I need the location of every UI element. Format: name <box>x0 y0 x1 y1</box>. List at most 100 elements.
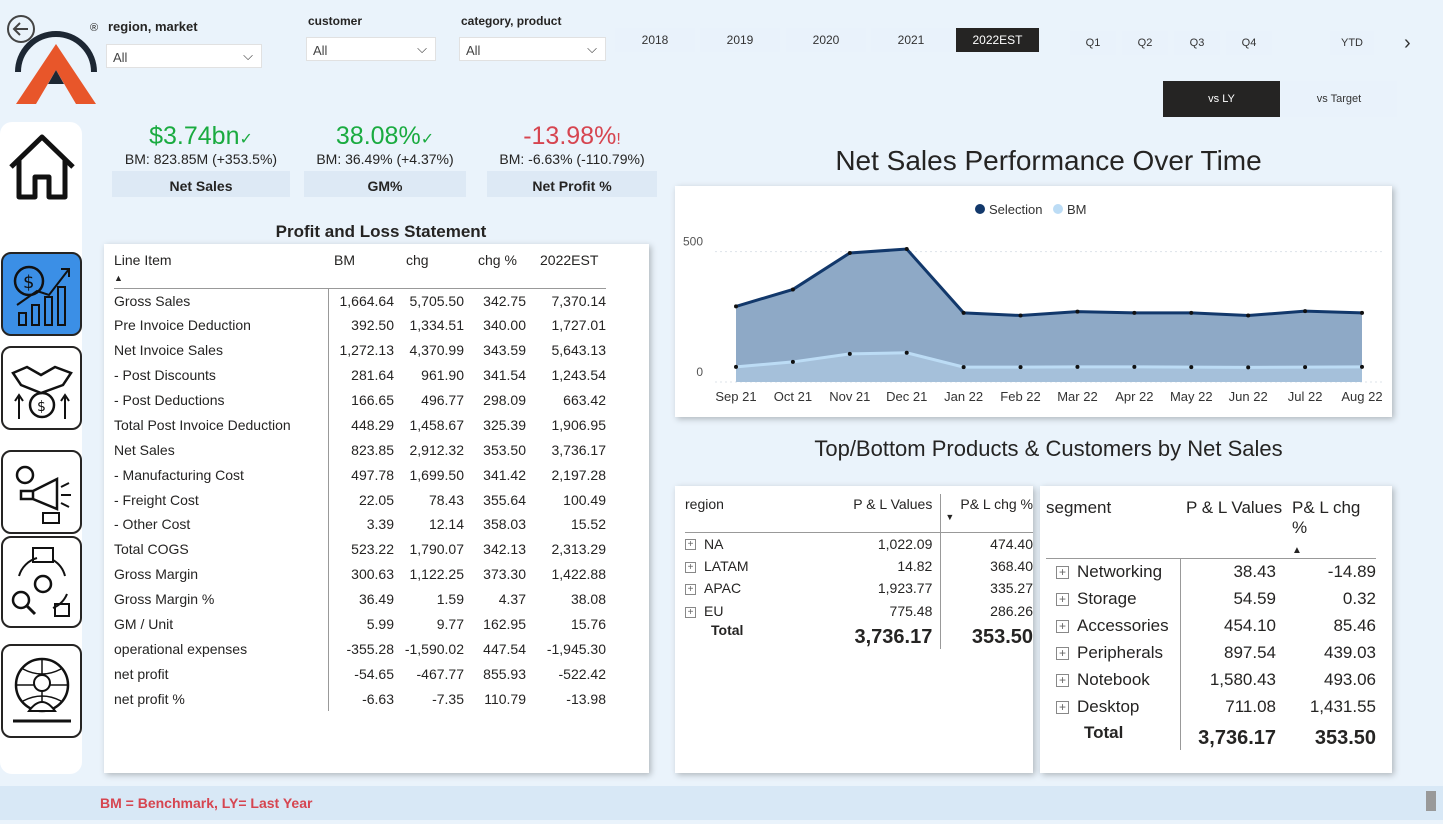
region-col-header[interactable]: region <box>685 494 839 532</box>
region-value: 1,022.09 <box>838 532 942 555</box>
pl-cell: 1,906.95 <box>551 416 607 433</box>
pl-col-header[interactable]: chg <box>394 252 464 288</box>
net-sales-area-chart[interactable]: 0 500 Sep 21 Oct 21 Nov 21 Dec 21 Jan 22 Feb 22… <box>675 186 1392 417</box>
pl-cell: 3,736.17 <box>551 441 607 458</box>
pl-col-header[interactable]: BM <box>328 252 394 288</box>
expand-icon[interactable]: + <box>685 539 696 551</box>
year-2018-button[interactable]: 2018 <box>615 28 695 52</box>
pl-row[interactable]: - Manufacturing Cost 497.78 1,699.50 341.42… <box>114 462 606 488</box>
pl-row[interactable]: Gross Margin % 36.49 1.59 4.37 38.08 <box>114 586 606 612</box>
pl-line-item: - Freight Cost <box>114 491 199 508</box>
pl-col-header[interactable]: Line Item ▲ <box>114 252 328 288</box>
expand-icon[interactable]: + <box>1056 593 1069 607</box>
pl-row[interactable]: Net Sales 823.85 2,912.32 353.50 3,736.17 <box>114 437 607 463</box>
expand-icon[interactable]: + <box>685 561 696 573</box>
pl-cell: 36.49 <box>327 586 394 612</box>
nav-supply-chain[interactable] <box>1 536 82 628</box>
region-row[interactable]: + LATAM 14.82 368.40 <box>685 554 1033 577</box>
region-col-header[interactable]: P& L chg % ▼ <box>940 494 1033 532</box>
segment-row[interactable]: + Peripherals 897.54 439.03 <box>1046 639 1376 667</box>
legend-label: Selection <box>989 202 1042 217</box>
segment-col-header[interactable]: P& L chg % ▲ <box>1284 494 1376 559</box>
pl-row[interactable]: - Post Deductions 166.65 496.77 298.09 663.4… <box>114 387 606 413</box>
q1-button[interactable]: Q1 <box>1070 31 1116 55</box>
nav-finance[interactable]: $ <box>1 252 82 336</box>
segment-col-header[interactable]: P & L Values <box>1180 494 1284 559</box>
year-2019-button[interactable]: 2019 <box>700 28 780 52</box>
vs-target-button[interactable]: vs Target <box>1281 81 1397 117</box>
chevron-right-icon[interactable]: › <box>1404 32 1411 55</box>
pl-row[interactable]: - Freight Cost 22.05 78.43 355.64 100.49 <box>114 487 606 513</box>
expand-icon[interactable]: + <box>1056 647 1069 661</box>
pl-cell: 340.00 <box>483 317 526 334</box>
pl-row[interactable]: net profit -54.65 -467.77 855.93 -522.42 <box>114 661 606 687</box>
segment-chg: 439.03 <box>1324 643 1376 662</box>
pl-row[interactable]: Pre Invoice Deduction 392.50 1,334.51 340.0… <box>114 312 606 338</box>
pl-row[interactable]: operational expenses -355.28 -1,590.02 447.… <box>114 636 606 662</box>
kpi-benchmark: BM: 823.85M (+353.5%) <box>124 151 278 167</box>
pl-row[interactable]: GM / Unit 5.99 9.77 162.95 15.76 <box>114 611 606 637</box>
q2-button[interactable]: Q2 <box>1122 31 1168 55</box>
segment-row[interactable]: + Desktop 711.08 1,431.55 <box>1046 693 1376 721</box>
region-row[interactable]: + EU 775.48 286.26 <box>685 599 1033 622</box>
data-point <box>904 247 909 252</box>
region-col-header[interactable]: P & L Values <box>839 494 941 532</box>
logo-icon <box>15 31 97 104</box>
ytd-button[interactable]: YTD <box>1330 31 1374 55</box>
svg-text:$: $ <box>37 399 46 415</box>
svg-text:$: $ <box>23 272 34 293</box>
expand-icon[interactable]: + <box>685 606 696 618</box>
pl-row[interactable]: Gross Margin 300.63 1,122.25 373.30 1,422.88 <box>114 561 606 587</box>
segment-chg: -14.89 <box>1327 562 1376 582</box>
category-product-dropdown[interactable]: All ⌵ <box>459 37 606 61</box>
pl-cell: 855.93 <box>483 665 526 682</box>
segment-row[interactable]: + Notebook 1,580.43 493.06 <box>1046 666 1376 694</box>
pl-row[interactable]: Total Post Invoice Deduction 448.29 1,458.… <box>114 412 607 438</box>
q4-button[interactable]: Q4 <box>1226 31 1272 55</box>
pl-cell: 281.64 <box>327 362 394 388</box>
nav-sales[interactable]: $ <box>1 346 82 430</box>
customer-dropdown[interactable]: All ⌵ <box>306 37 436 61</box>
data-point <box>1303 309 1308 314</box>
pl-col-header[interactable]: chg % <box>464 252 526 288</box>
pl-line-item: net profit <box>114 665 169 682</box>
pl-line-item: Gross Margin % <box>114 591 215 608</box>
region-row[interactable]: + NA 1,022.09 474.40 <box>685 532 1033 555</box>
segment-row[interactable]: + Storage 54.59 0.32 <box>1046 585 1376 613</box>
segment-value: 54.59 <box>1179 585 1284 613</box>
pl-row[interactable]: Gross Sales 1,664.64 5,705.50 342.75 7,370.1… <box>114 288 606 313</box>
expand-icon[interactable]: + <box>685 584 696 596</box>
pl-row[interactable]: net profit % -6.63 -7.35 110.79 -13.98 <box>114 686 606 712</box>
segment-row[interactable]: + Accessories 454.10 85.46 <box>1046 612 1376 640</box>
global-executive-icon <box>12 657 71 723</box>
scrollbar-handle[interactable] <box>1426 791 1436 811</box>
region-market-dropdown[interactable]: All ⌵ <box>106 44 262 68</box>
pl-cell: 1,272.13 <box>327 337 394 363</box>
year-2022est-button[interactable]: 2022EST <box>956 28 1039 52</box>
expand-icon[interactable]: + <box>1056 620 1069 634</box>
pl-row[interactable]: Net Invoice Sales 1,272.13 4,370.99 343.59 5… <box>114 337 606 363</box>
pl-cell: 9.77 <box>436 616 464 633</box>
year-2021-button[interactable]: 2021 <box>871 28 951 52</box>
pl-row[interactable]: - Other Cost 3.39 12.14 358.03 15.52 <box>114 512 606 537</box>
segment-col-header[interactable]: segment <box>1046 494 1180 559</box>
expand-icon[interactable]: + <box>1056 566 1069 580</box>
region-chg: 286.26 <box>990 602 1033 619</box>
expand-icon[interactable]: + <box>1056 701 1069 715</box>
nav-executive[interactable] <box>1 644 82 738</box>
pl-line-item: net profit % <box>114 690 185 707</box>
segment-row[interactable]: + Networking 38.43 -14.89 <box>1046 558 1376 586</box>
region-row[interactable]: + APAC 1,923.77 335.27 <box>685 577 1033 600</box>
q3-button[interactable]: Q3 <box>1174 31 1220 55</box>
region-market-label: region, market <box>108 19 198 34</box>
vs-ly-button[interactable]: vs LY <box>1163 81 1280 117</box>
nav-home[interactable] <box>1 124 82 208</box>
pl-col-header[interactable]: 2022EST <box>526 252 606 288</box>
nav-marketing[interactable] <box>1 450 82 534</box>
pl-row[interactable]: - Post Discounts 281.64 961.90 341.54 1,243.… <box>114 362 606 388</box>
data-point <box>790 359 795 364</box>
year-2020-button[interactable]: 2020 <box>786 28 866 52</box>
kpi-value: -13.98%! <box>523 122 621 150</box>
expand-icon[interactable]: + <box>1056 674 1069 688</box>
pl-row[interactable]: Total COGS 523.22 1,790.07 342.13 2,313.29 <box>114 536 606 562</box>
